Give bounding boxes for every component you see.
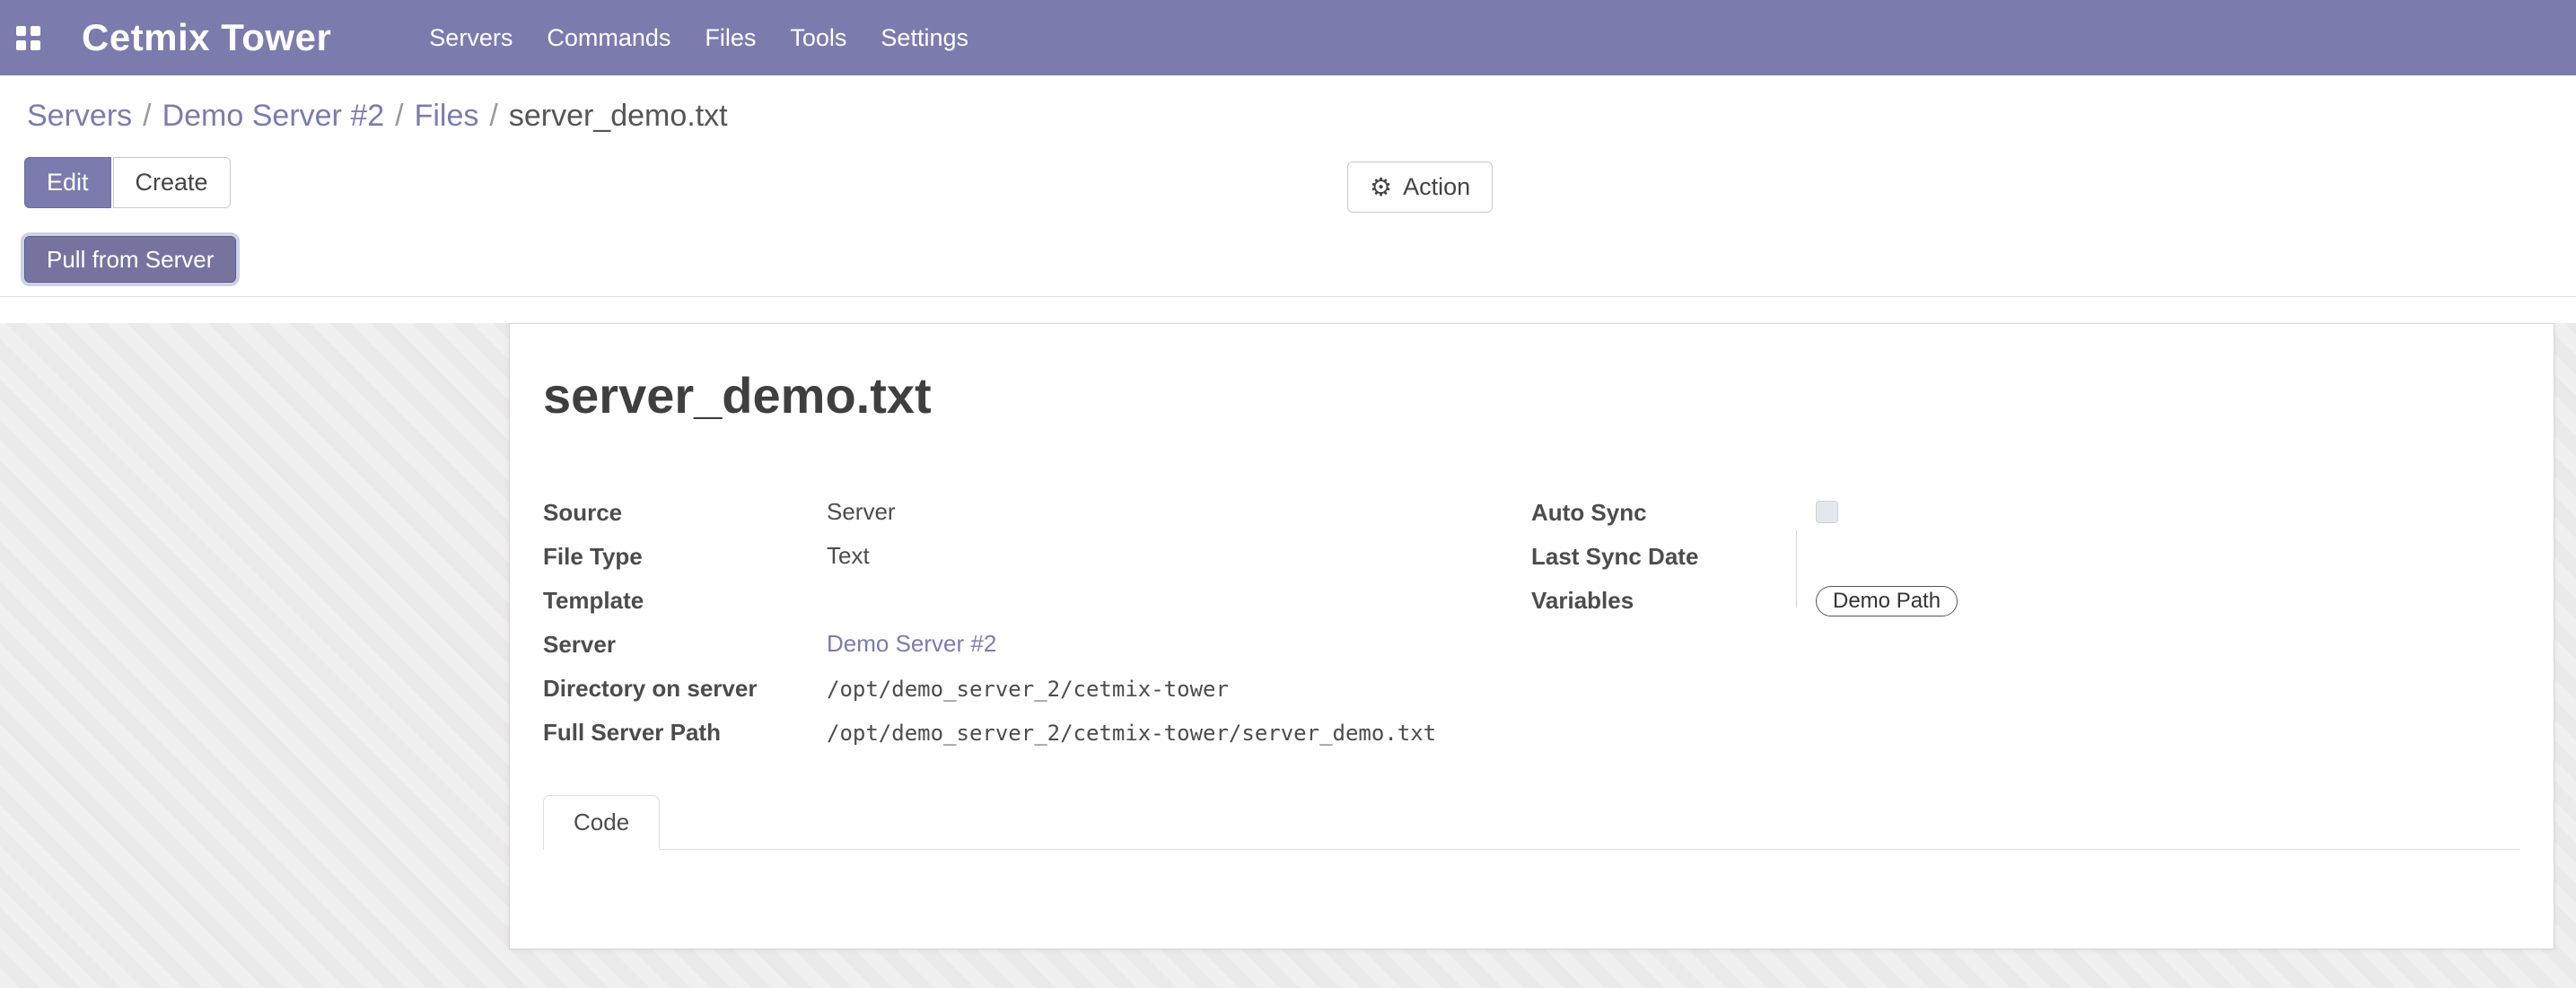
breadcrumb-servers[interactable]: Servers — [27, 99, 132, 133]
field-label: File Type — [543, 542, 827, 571]
field-value: Server — [827, 498, 896, 526]
action-dropdown-button[interactable]: ⚙ Action — [1347, 162, 1493, 213]
menu-tools[interactable]: Tools — [773, 0, 863, 75]
field-value: /opt/demo_server_2/cetmix-tower/server_d… — [827, 718, 1436, 746]
field-value — [1816, 498, 1838, 523]
field-row-server: Server Demo Server #2 — [543, 630, 1531, 660]
field-row-file-type: File Type Text — [543, 542, 1531, 573]
breadcrumb-separator: / — [395, 99, 403, 133]
field-value: Demo Server #2 — [827, 630, 996, 658]
apps-grid-icon[interactable] — [16, 26, 40, 50]
breadcrumb: Servers / Demo Server #2 / Files / server_demo… — [0, 75, 2576, 134]
field-value: Text — [827, 542, 870, 570]
breadcrumb-demo-server[interactable]: Demo Server #2 — [162, 99, 385, 133]
variables-divider — [1796, 530, 1797, 608]
field-row-last-sync-date: Last Sync Date — [1531, 542, 2520, 573]
server-record-link[interactable]: Demo Server #2 — [827, 630, 996, 657]
pull-from-server-button[interactable]: Pull from Server — [24, 236, 236, 283]
app-brand-title[interactable]: Cetmix Tower — [82, 16, 331, 59]
fields-right-column: Auto Sync Last Sync Date Variables Demo … — [1531, 498, 2520, 762]
menu-commands[interactable]: Commands — [530, 0, 688, 75]
breadcrumb-separator: / — [489, 99, 497, 133]
gear-icon: ⚙ — [1370, 175, 1392, 200]
form-sheet: server_demo.txt Source Server File Type … — [509, 323, 2554, 949]
form-fields: Source Server File Type Text Template Se… — [543, 498, 2520, 762]
field-value: /opt/demo_server_2/cetmix-tower — [827, 674, 1229, 702]
field-label: Template — [543, 586, 827, 615]
apps-grid-square — [16, 40, 26, 50]
field-row-variables: Variables Demo Path — [1531, 586, 2520, 616]
fields-left-column: Source Server File Type Text Template Se… — [543, 498, 1531, 762]
notebook-tabbar: Code — [543, 794, 2520, 850]
tab-code[interactable]: Code — [543, 795, 660, 850]
edit-button[interactable]: Edit — [24, 157, 111, 208]
apps-grid-square — [31, 26, 40, 36]
content-area: server_demo.txt Source Server File Type … — [0, 323, 2576, 988]
menu-settings[interactable]: Settings — [863, 0, 986, 75]
field-row-template: Template — [543, 586, 1531, 616]
field-row-auto-sync: Auto Sync — [1531, 498, 2520, 529]
field-label: Full Server Path — [543, 718, 827, 747]
field-label: Variables — [1531, 586, 1816, 615]
top-menu: Servers Commands Files Tools Settings — [412, 0, 986, 75]
field-row-source: Source Server — [543, 498, 1531, 529]
create-button[interactable]: Create — [113, 157, 231, 208]
edit-create-button-group: Edit Create — [24, 157, 2576, 208]
breadcrumb-separator: / — [143, 99, 151, 133]
apps-grid-square — [31, 40, 40, 50]
field-label: Last Sync Date — [1531, 542, 1816, 571]
field-label: Auto Sync — [1531, 498, 1816, 527]
menu-files[interactable]: Files — [688, 0, 773, 75]
field-value: Demo Path — [1816, 586, 1958, 616]
top-navbar: Cetmix Tower Servers Commands Files Tool… — [0, 0, 2576, 75]
action-button-label: Action — [1403, 173, 1470, 201]
breadcrumb-current: server_demo.txt — [509, 99, 728, 133]
object-buttons-row: Pull from Server — [24, 236, 2576, 283]
field-label: Source — [543, 498, 827, 527]
menu-servers[interactable]: Servers — [412, 0, 530, 75]
control-panel: Servers / Demo Server #2 / Files / server_demo… — [0, 75, 2576, 297]
field-label: Directory on server — [543, 674, 827, 703]
apps-grid-square — [16, 26, 26, 36]
auto-sync-checkbox — [1816, 501, 1838, 523]
variable-tag-demo-path: Demo Path — [1816, 586, 1958, 616]
field-row-full-path: Full Server Path /opt/demo_server_2/cetm… — [543, 718, 1531, 748]
field-row-directory: Directory on server /opt/demo_server_2/c… — [543, 674, 1531, 704]
breadcrumb-files[interactable]: Files — [415, 99, 479, 133]
field-label: Server — [543, 630, 827, 659]
record-title: server_demo.txt — [543, 367, 2520, 424]
